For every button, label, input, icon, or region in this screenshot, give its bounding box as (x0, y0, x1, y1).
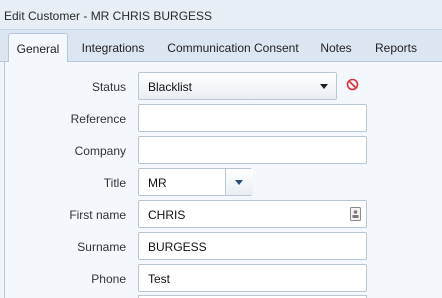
status-label: Status (91, 80, 126, 94)
tab-strip: General Integrations Communication Conse… (0, 30, 442, 63)
title-label: Title (103, 176, 126, 190)
phone-input[interactable]: Test (138, 264, 367, 292)
status-select[interactable]: Blacklist (138, 72, 337, 100)
contact-card-icon[interactable] (350, 207, 361, 221)
tab-communication-consent[interactable]: Communication Consent (158, 33, 308, 62)
reference-label: Reference (70, 112, 126, 126)
title-dropdown-button[interactable] (225, 169, 253, 195)
first-name-input[interactable]: CHRIS (138, 200, 367, 228)
window-title: Edit Customer - MR CHRIS BURGESS (0, 0, 442, 30)
chevron-down-icon (235, 180, 243, 185)
block-icon (346, 78, 359, 91)
first-name-value: CHRIS (148, 208, 186, 222)
surname-input[interactable]: BURGESS (138, 232, 367, 260)
phone-label: Phone (91, 272, 126, 286)
title-select[interactable]: MR (138, 168, 253, 196)
company-label: Company (74, 144, 126, 158)
tab-general[interactable]: General (8, 33, 68, 63)
first-name-label: First name (69, 208, 126, 222)
tab-integrations[interactable]: Integrations (74, 33, 152, 62)
surname-label: Surname (77, 240, 126, 254)
chevron-down-icon (320, 84, 328, 89)
reference-input[interactable] (138, 104, 367, 132)
company-input[interactable] (138, 136, 367, 164)
tab-reports[interactable]: Reports (366, 33, 426, 62)
title-value: MR (148, 176, 167, 190)
tab-notes[interactable]: Notes (314, 33, 358, 62)
status-value: Blacklist (148, 80, 193, 94)
